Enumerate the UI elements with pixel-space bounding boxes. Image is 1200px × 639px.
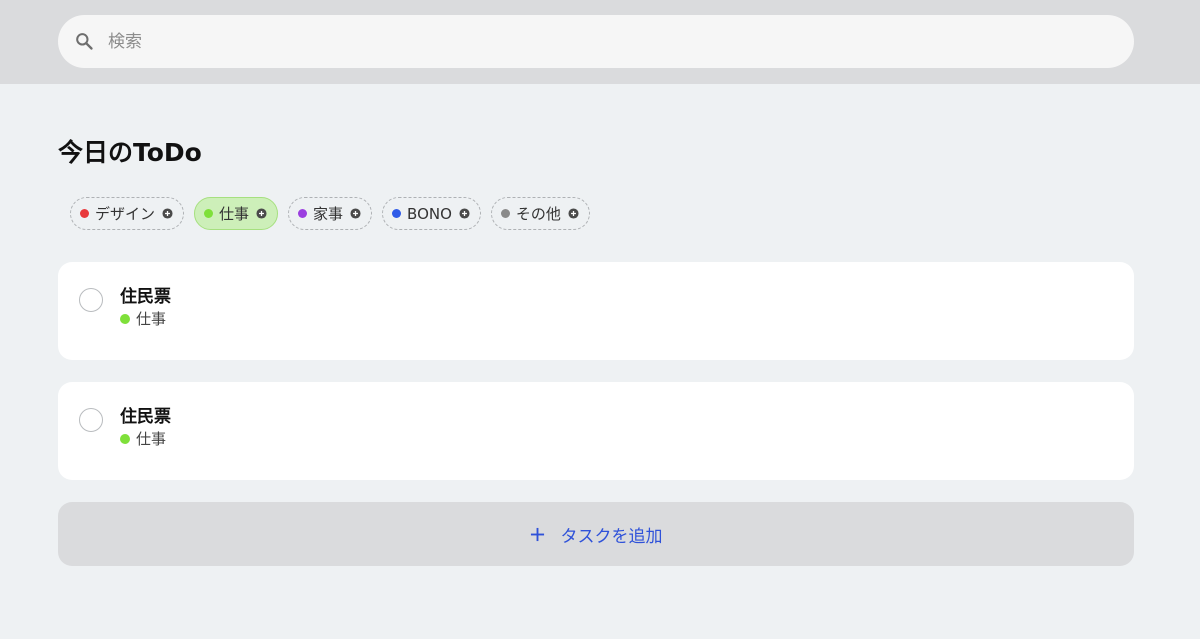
tag-chip-bono[interactable]: BONO — [382, 197, 481, 230]
task-checkbox[interactable] — [79, 288, 103, 312]
task-checkbox[interactable] — [79, 408, 103, 432]
search-bar[interactable] — [58, 15, 1134, 68]
task-category-label: 仕事 — [136, 310, 167, 328]
plus-icon — [530, 527, 544, 541]
search-input[interactable] — [108, 15, 1108, 68]
page-title: 今日のToDo — [58, 138, 202, 167]
plus-circle-icon[interactable] — [568, 208, 579, 219]
task-category: 仕事 — [120, 309, 166, 329]
plus-circle-icon[interactable] — [256, 208, 267, 219]
tag-color-dot — [204, 209, 214, 218]
tag-label: 家事 — [313, 205, 344, 223]
plus-circle-icon[interactable] — [162, 208, 173, 219]
plus-circle-icon[interactable] — [459, 208, 470, 219]
task-title: 住民票 — [120, 407, 171, 427]
tag-color-dot — [392, 209, 402, 218]
tag-color-dot — [500, 209, 510, 218]
tag-chip-work[interactable]: 仕事 — [194, 197, 279, 230]
task-category-dot — [120, 434, 130, 444]
task-card[interactable]: 住民票 仕事 — [58, 382, 1134, 480]
tag-chip-housework[interactable]: 家事 — [288, 197, 373, 230]
tag-label: BONO — [407, 204, 452, 223]
tag-chip-other[interactable]: その他 — [490, 197, 590, 230]
top-bar — [0, 0, 1200, 84]
tag-color-dot — [80, 209, 89, 218]
tag-label: 仕事 — [219, 205, 250, 223]
tag-chip-design[interactable]: デザイン — [70, 197, 185, 230]
task-title: 住民票 — [120, 287, 171, 307]
add-task-button[interactable]: タスクを追加 — [58, 502, 1134, 566]
task-category-dot — [120, 314, 130, 324]
tag-label: その他 — [515, 205, 561, 223]
tag-filter-list: デザイン 仕事 家事 BONO その他 — [70, 197, 590, 230]
task-card[interactable]: 住民票 仕事 — [58, 262, 1134, 360]
tag-label: デザイン — [95, 205, 156, 223]
plus-circle-icon[interactable] — [350, 208, 361, 219]
add-task-label: タスクを追加 — [560, 526, 663, 547]
search-icon — [76, 33, 93, 50]
task-category: 仕事 — [120, 429, 166, 449]
tag-color-dot — [298, 209, 308, 218]
task-category-label: 仕事 — [136, 430, 167, 448]
